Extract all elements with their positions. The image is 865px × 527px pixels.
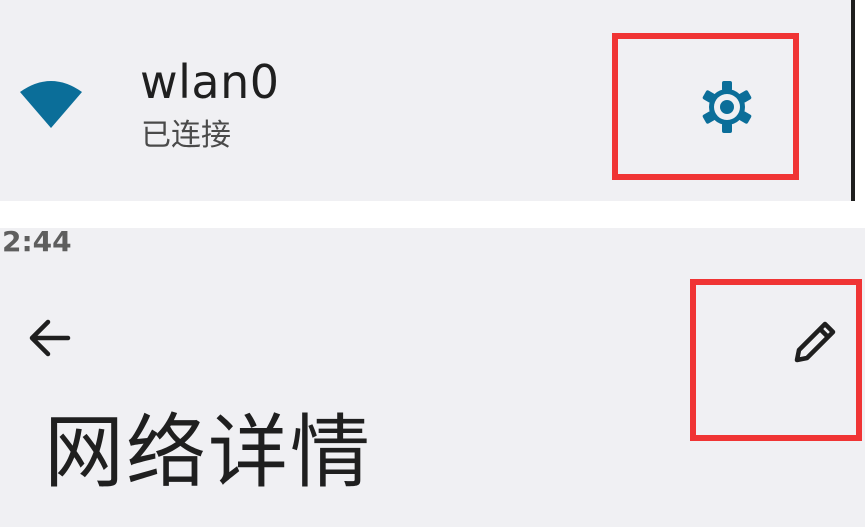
page-title: 网络详情 — [44, 406, 372, 499]
status-bar-time: 2:44 — [2, 225, 72, 258]
screenshot-root: wlan0 已连接 2:44 网络详情 — [0, 0, 865, 527]
pencil-icon — [794, 321, 836, 363]
edit-network-button[interactable] — [690, 279, 862, 441]
arrow-back-icon[interactable] — [24, 312, 76, 364]
network-name: wlan0 — [140, 55, 280, 109]
gear-icon — [702, 81, 752, 133]
network-settings-button[interactable] — [612, 33, 799, 180]
network-status: 已连接 — [141, 118, 231, 153]
wifi-signal-full-icon — [20, 81, 82, 128]
panel-edge-gap — [855, 0, 865, 201]
screenshot-separator — [0, 201, 865, 228]
wifi-network-row[interactable]: wlan0 已连接 — [0, 0, 851, 201]
